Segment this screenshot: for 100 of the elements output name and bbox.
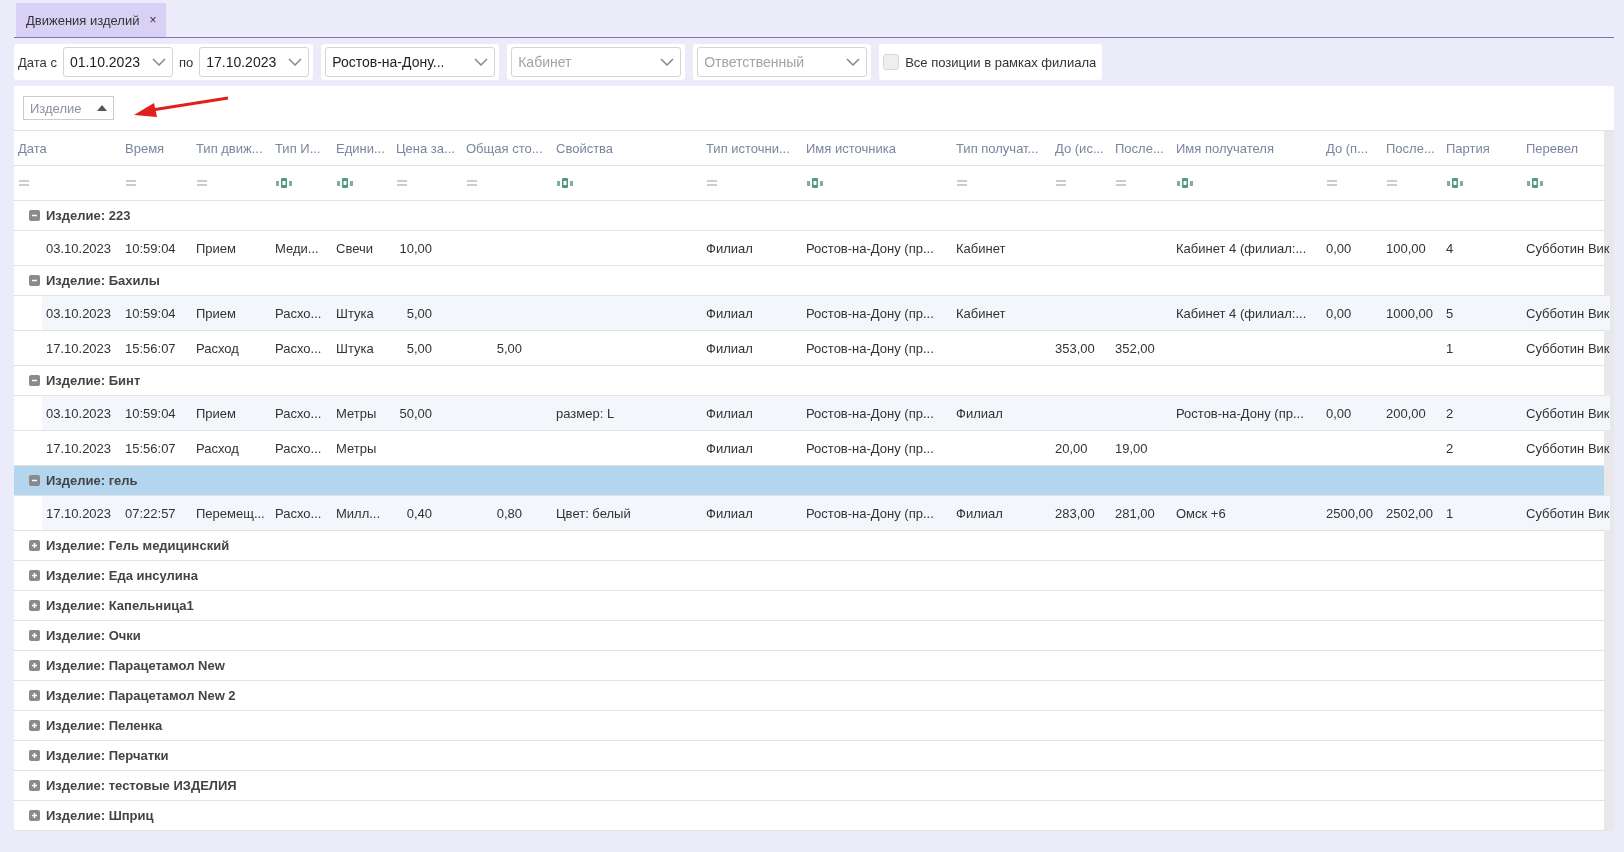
table-cell: Ростов-на-Дону (пр... xyxy=(806,340,934,356)
group-label: Изделие: Очки xyxy=(46,628,141,643)
date-to-field[interactable]: 17.10.2023 xyxy=(199,47,310,77)
table-cell: Филиал xyxy=(706,440,753,456)
expand-icon[interactable] xyxy=(29,690,40,701)
column-header[interactable]: Тип движ... xyxy=(192,140,271,156)
table-cell: Филиал xyxy=(706,240,753,256)
column-header[interactable]: До (п... xyxy=(1322,140,1382,156)
table-cell: Ростов-на-Дону (пр... xyxy=(806,240,934,256)
text-filter-icon[interactable] xyxy=(557,178,573,188)
group-label: Изделие: Гель медицинский xyxy=(46,538,230,553)
column-header[interactable]: Дата xyxy=(14,140,121,156)
text-filter-icon[interactable] xyxy=(1527,178,1543,188)
table-row[interactable]: 03.10.2023 10:59:04 Прием Расхо... Метры 50,00 размер: L Филиал Ростов-на-Дону (пр... Филиал Ростов-на-Дону (пр... 0,00 200,00 2 Субботин Вик xyxy=(42,396,1610,430)
chevron-down-icon xyxy=(288,58,303,66)
table-cell: 10:59:04 xyxy=(125,305,176,321)
group-row[interactable]: Изделие: Шприц xyxy=(14,801,1604,831)
date-from-field[interactable]: 01.10.2023 xyxy=(62,47,173,77)
table-cell: 4 xyxy=(1446,240,1454,256)
column-header[interactable]: Тип получат... xyxy=(952,140,1051,156)
group-label: Изделие: Бахилы xyxy=(46,273,160,288)
table-row[interactable]: 03.10.2023 10:59:04 Прием Меди... Свечи 10,00 Филиал Ростов-на-Дону (пр... Кабинет Кабинет 4 (филиал:... 0,00 100,00 4 Субботин Вик xyxy=(42,231,1610,265)
table-cell: 0,00 xyxy=(1326,305,1352,321)
table-cell: 2500,00 xyxy=(1326,505,1373,521)
text-filter-icon[interactable] xyxy=(337,178,353,188)
column-header[interactable]: Цена за... xyxy=(392,140,462,156)
table-cell: 0,80 xyxy=(496,505,522,521)
chevron-down-icon xyxy=(474,58,489,66)
table-cell: Кабинет xyxy=(956,305,1006,321)
expand-icon[interactable] xyxy=(29,630,40,641)
table-cell: Ростов-на-Дону (пр... xyxy=(806,405,934,421)
group-row[interactable]: Изделие: Парацетамол New xyxy=(14,651,1604,681)
tab[interactable]: Движения изделий × xyxy=(16,3,167,37)
column-header[interactable]: Имя источника xyxy=(802,140,952,156)
text-filter-icon[interactable] xyxy=(1177,178,1193,188)
column-header[interactable]: После... xyxy=(1382,140,1442,156)
table-cell: Штука xyxy=(336,340,374,356)
table-cell: 17.10.2023 xyxy=(46,340,112,356)
collapse-icon[interactable] xyxy=(29,275,40,286)
table-cell: 15:56:07 xyxy=(125,440,176,456)
text-filter-icon[interactable] xyxy=(807,178,823,188)
expand-icon[interactable] xyxy=(29,750,40,761)
column-header[interactable]: Имя получателя xyxy=(1172,140,1322,156)
expand-icon[interactable] xyxy=(29,570,40,581)
table-row[interactable]: 17.10.2023 07:22:57 Перемещ... Расхо... Милл... 0,40 0,80 Цвет: белый Филиал Ростов-на-Дону (пр... Филиал 283,00 281,00 Омск +6 2500,00 2502,00 1 Субботин Вик xyxy=(42,496,1610,530)
group-row[interactable]: Изделие: 223 xyxy=(14,201,1604,231)
table-cell: Субботин Вик xyxy=(1526,340,1610,356)
table-cell: Прием xyxy=(196,240,236,256)
text-filter-icon[interactable] xyxy=(1447,178,1463,188)
group-row[interactable]: Изделие: Перчатки xyxy=(14,741,1604,771)
tab-label[interactable]: Движения изделий xyxy=(26,12,140,28)
expand-icon[interactable] xyxy=(29,540,40,551)
column-header[interactable]: До (ис... xyxy=(1051,140,1111,156)
group-label: Изделие: Шприц xyxy=(46,808,154,823)
column-header[interactable]: После... xyxy=(1111,140,1172,156)
table-cell: 1000,00 xyxy=(1386,305,1433,321)
expand-icon[interactable] xyxy=(29,720,40,731)
table-cell: 10:59:04 xyxy=(125,240,176,256)
checkbox[interactable] xyxy=(883,54,900,70)
column-header[interactable]: Едини... xyxy=(332,140,392,156)
table-cell: Омск +6 xyxy=(1176,505,1226,521)
group-row[interactable]: Изделие: Пеленка xyxy=(14,711,1604,741)
table-cell: Расход xyxy=(196,340,239,356)
expand-icon[interactable] xyxy=(29,780,40,791)
group-row[interactable]: Изделие: Очки xyxy=(14,621,1604,651)
branch-dropdown[interactable]: Ростов-на-Дону... xyxy=(325,47,496,77)
group-row[interactable]: Изделие: гель xyxy=(14,466,1604,496)
group-row[interactable]: Изделие: Парацетамол New 2 xyxy=(14,681,1604,711)
table-cell: Ростов-на-Дону (пр... xyxy=(1176,405,1304,421)
group-label: Изделие: Пеленка xyxy=(46,718,163,733)
column-header[interactable]: Перевел xyxy=(1522,140,1598,156)
text-filter-icon[interactable] xyxy=(276,178,292,188)
table-cell: Меди... xyxy=(275,240,319,256)
group-row[interactable]: Изделие: Гель медицинский xyxy=(14,531,1604,561)
group-row[interactable]: Изделие: Капельница1 xyxy=(14,591,1604,621)
collapse-icon[interactable] xyxy=(29,475,40,486)
column-header[interactable]: Партия xyxy=(1442,140,1522,156)
column-header[interactable]: Тип источни... xyxy=(702,140,802,156)
table-row[interactable]: 17.10.2023 15:56:07 Расход Расхо... Штука 5,00 5,00 Филиал Ростов-на-Дону (пр... 353,00 352,00 1 Субботин Вик xyxy=(42,331,1610,365)
close-icon[interactable]: × xyxy=(149,13,157,27)
collapse-icon[interactable] xyxy=(29,375,40,386)
column-header[interactable]: Свойства xyxy=(552,140,702,156)
expand-icon[interactable] xyxy=(29,660,40,671)
collapse-icon[interactable] xyxy=(29,210,40,221)
table-cell: 15:56:07 xyxy=(125,340,176,356)
expand-icon[interactable] xyxy=(29,810,40,821)
group-row[interactable]: Изделие: тестовые ИЗДЕЛИЯ xyxy=(14,771,1604,801)
table-cell: 03.10.2023 xyxy=(46,305,112,321)
table-cell: Расход xyxy=(196,440,239,456)
table-row[interactable]: 17.10.2023 15:56:07 Расход Расхо... Метры Филиал Ростов-на-Дону (пр... 20,00 19,00 2 Субботин Вик xyxy=(42,431,1610,465)
table-row[interactable]: 03.10.2023 10:59:04 Прием Расхо... Штука 5,00 Филиал Ростов-на-Дону (пр... Кабинет Кабинет 4 (филиал:... 0,00 1000,00 5 Субботин Вик xyxy=(42,296,1610,330)
column-header[interactable]: Общая сто... xyxy=(462,140,552,156)
table-cell: 10,00 xyxy=(399,240,432,256)
expand-icon[interactable] xyxy=(29,600,40,611)
table-cell: 352,00 xyxy=(1115,340,1155,356)
table-cell: Свечи xyxy=(336,240,373,256)
column-header[interactable]: Тип И... xyxy=(271,140,332,156)
table-cell: Милл... xyxy=(336,505,381,521)
group-row[interactable]: Изделие: Еда инсулина xyxy=(14,561,1604,591)
column-header[interactable]: Время xyxy=(121,140,192,156)
